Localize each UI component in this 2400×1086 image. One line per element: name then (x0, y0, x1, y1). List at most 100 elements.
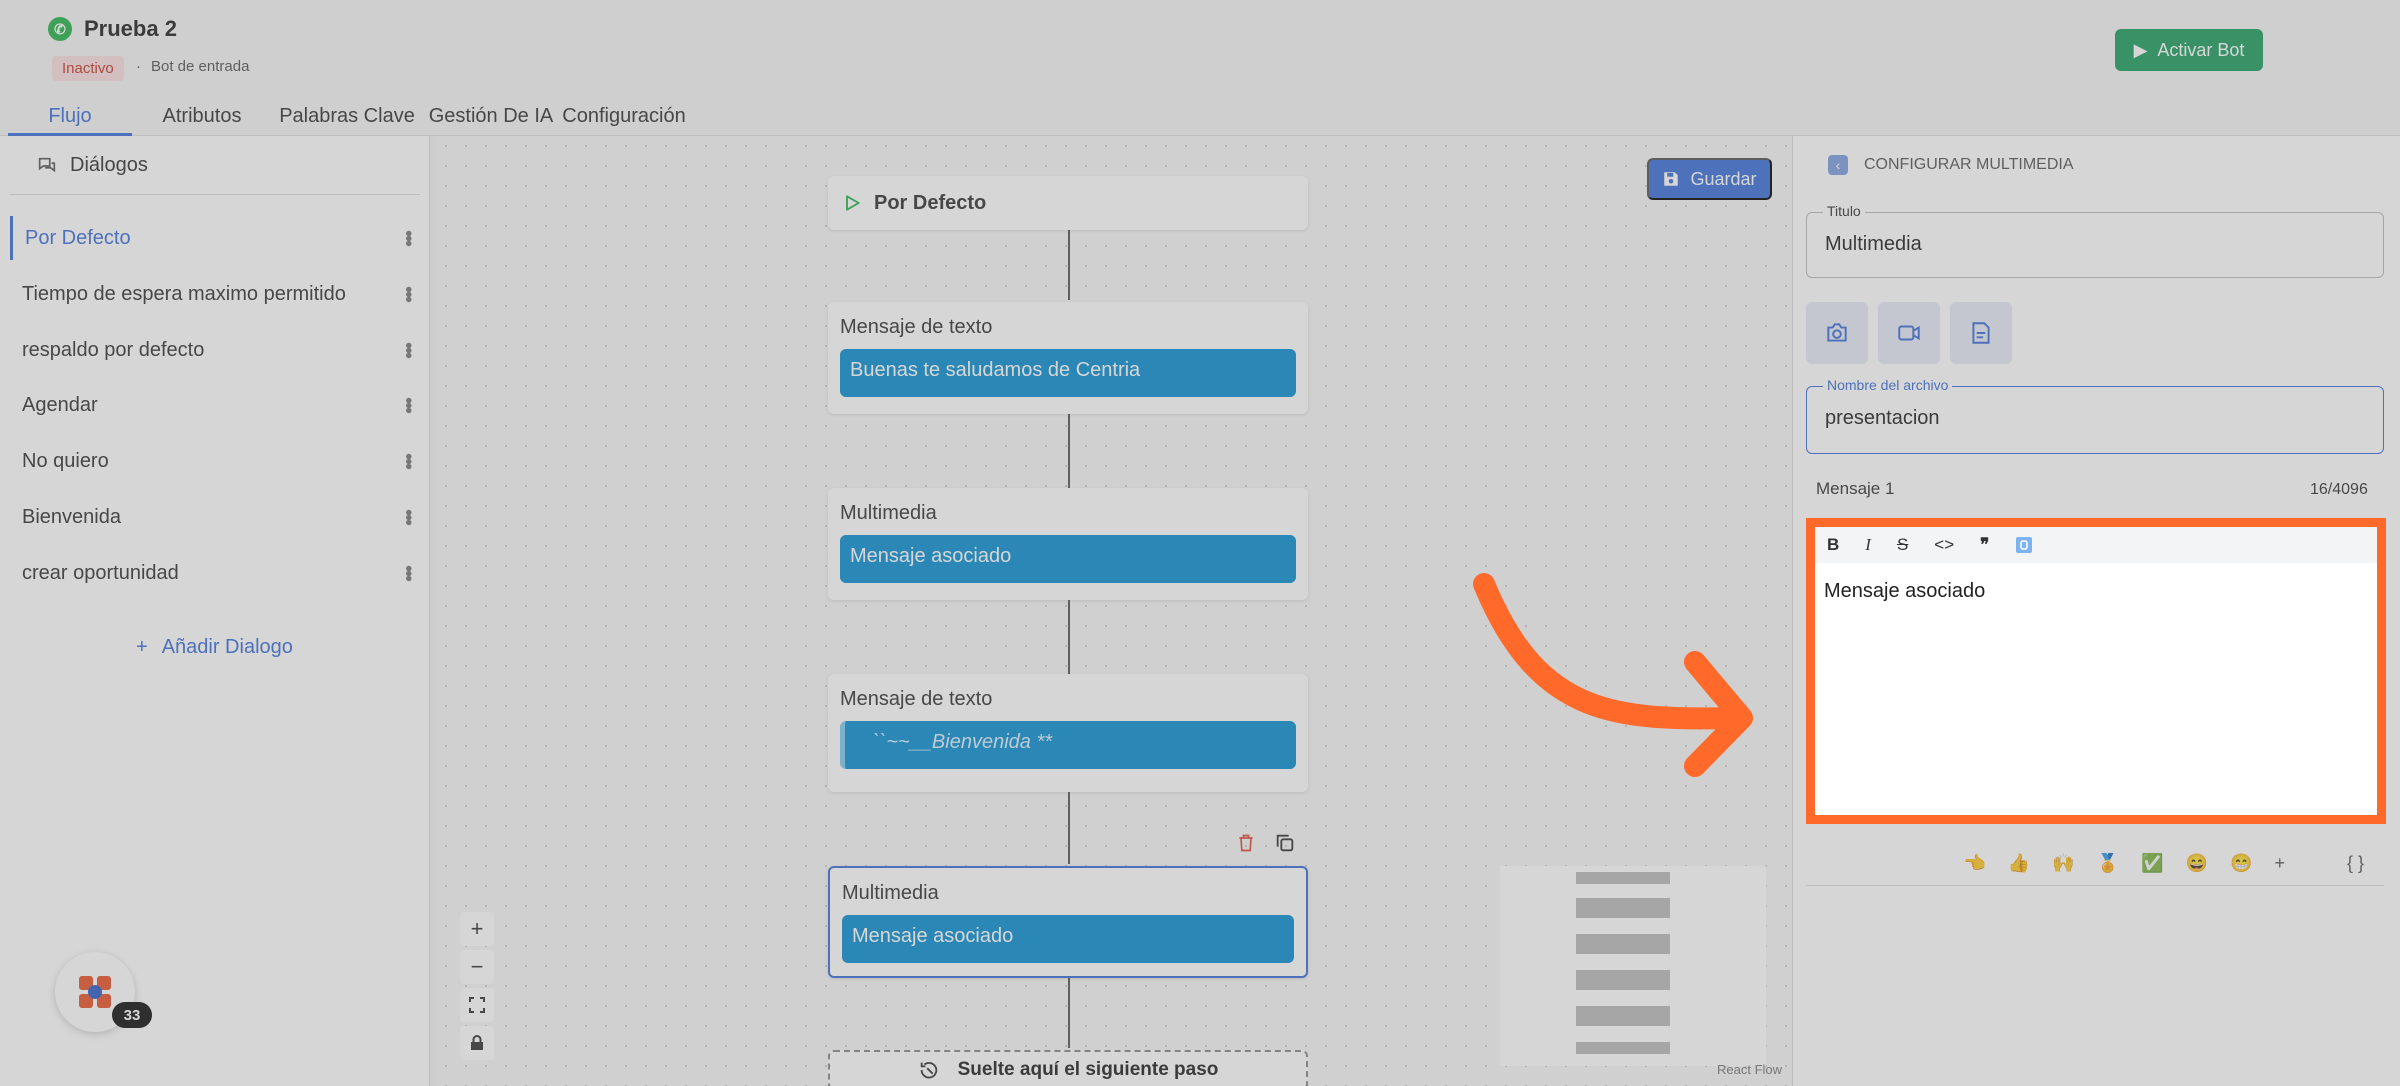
dialog-item[interactable]: Agendar ••• (10, 383, 422, 427)
add-dialog-button[interactable]: + Añadir Dialogo (136, 636, 293, 659)
editor-toolbar: B I S <> ❞ (1815, 527, 2377, 563)
tab-bar: Flujo Atributos Palabras Clave Gestión D… (0, 100, 2400, 136)
sidebar-heading: Diálogos (36, 154, 148, 177)
smiling-face-icon[interactable]: 😄 (2186, 853, 2208, 874)
node-message: Mensaje asociado (842, 915, 1294, 963)
drop-zone[interactable]: Suelte aquí el siguiente paso (828, 1050, 1308, 1086)
save-button[interactable]: Guardar (1647, 158, 1772, 200)
video-icon (1898, 325, 1920, 341)
medal-icon[interactable]: 🏅 (2097, 853, 2119, 874)
lock-icon (471, 1035, 483, 1050)
pointing-hand-icon[interactable]: 👈 (1964, 853, 1986, 874)
code-button[interactable]: <> (1934, 535, 1954, 555)
dialogs-sidebar: Diálogos Por Defecto ••• Tiempo de espera… (0, 136, 430, 1086)
node-type: Mensaje de texto (840, 316, 993, 338)
kebab-menu-icon[interactable]: ••• (397, 397, 419, 412)
add-emoji-icon[interactable]: + (2274, 853, 2285, 874)
dialog-label: Bienvenida (22, 505, 121, 528)
tab-atributos[interactable]: Atributos (132, 100, 272, 136)
panel-heading: ‹ CONFIGURAR MULTIMEDIA (1828, 155, 2073, 175)
save-icon (1664, 172, 1679, 186)
dialog-item[interactable]: Bienvenida ••• (10, 495, 422, 539)
flow-node-text[interactable]: Mensaje de texto Buenas te saludamos de … (828, 302, 1308, 414)
image-type-button[interactable] (1806, 302, 1868, 364)
kebab-menu-icon[interactable]: ••• (397, 565, 419, 580)
variables-braces-icon[interactable]: { } (2347, 853, 2364, 874)
plus-icon: + (136, 636, 148, 658)
dialog-item[interactable]: No quiero ••• (10, 439, 422, 483)
kebab-menu-icon[interactable]: ••• (397, 509, 419, 524)
dialog-item[interactable]: crear oportunidad ••• (10, 551, 422, 595)
thumbs-up-icon[interactable]: 👍 (2008, 853, 2030, 874)
minimap-node (1576, 970, 1670, 990)
edge (1068, 600, 1070, 674)
status-badge: Inactivo (52, 56, 124, 81)
dialog-label: Agendar (22, 393, 98, 416)
kebab-menu-icon[interactable]: ••• (397, 453, 419, 468)
quote-button[interactable]: ❞ (1980, 535, 1989, 555)
divider (10, 194, 420, 195)
activate-bot-label: Activar Bot (2157, 39, 2245, 60)
video-type-button[interactable] (1878, 302, 1940, 364)
separator: · (136, 58, 141, 75)
media-type-selector (1806, 302, 2012, 364)
bot-type-row: · Bot de entrada (136, 58, 249, 75)
edge (1068, 792, 1070, 864)
character-count: 16/4096 (2310, 481, 2368, 498)
zoom-in-button[interactable]: + (460, 912, 494, 946)
bot-type: Bot de entrada (151, 58, 250, 75)
dialog-item[interactable]: respaldo por defecto ••• (10, 328, 422, 372)
notification-badge: 33 (112, 1002, 152, 1028)
dialog-label: Tiempo de espera maximo permitido (22, 282, 346, 305)
flow-node-multimedia-selected[interactable]: Multimedia Mensaje asociado (828, 866, 1308, 978)
logo-icon (79, 976, 111, 1008)
play-icon: ▶ (2133, 39, 2148, 60)
tab-palabras-clave[interactable]: Palabras Clave (272, 100, 422, 136)
zoom-out-button[interactable]: − (460, 950, 494, 984)
lock-button[interactable] (460, 1026, 494, 1060)
play-outline-icon (846, 195, 860, 211)
check-mark-icon[interactable]: ✅ (2141, 853, 2163, 874)
start-node[interactable]: Por Defecto (828, 176, 1308, 230)
kebab-menu-icon[interactable]: ••• (397, 230, 419, 245)
activate-bot-button[interactable]: ▶ Activar Bot (2115, 29, 2263, 71)
fit-view-button[interactable] (460, 988, 494, 1022)
back-icon[interactable]: ‹ (1828, 155, 1848, 175)
document-type-button[interactable] (1950, 302, 2012, 364)
minimap-node (1576, 898, 1670, 918)
copy-icon[interactable] (1274, 832, 1296, 854)
title-field[interactable]: Titulo Multimedia (1806, 203, 2384, 278)
start-node-label: Por Defecto (874, 191, 987, 214)
node-message: ``~~__Bienvenida ** (840, 721, 1296, 769)
bold-button[interactable]: B (1827, 535, 1839, 555)
flow-node-multimedia[interactable]: Multimedia Mensaje asociado (828, 488, 1308, 600)
filename-field-value: presentacion (1825, 407, 1940, 429)
tab-configuracion[interactable]: Configuración (560, 100, 688, 136)
kebab-menu-icon[interactable]: ••• (397, 342, 419, 357)
node-type: Mensaje de texto (840, 688, 993, 710)
node-type: Multimedia (840, 502, 937, 524)
react-flow-attribution[interactable]: React Flow (1717, 1062, 1782, 1077)
minimap[interactable] (1500, 866, 1766, 1066)
editor-content[interactable]: Mensaje asociado (1824, 580, 1985, 603)
filename-field[interactable]: Nombre del archivo presentacion (1806, 377, 2384, 454)
drop-step-icon (920, 1061, 937, 1079)
dialog-item[interactable]: Por Defecto ••• (10, 216, 422, 260)
raised-hands-icon[interactable]: 🙌 (2052, 853, 2074, 874)
kebab-menu-icon[interactable]: ••• (397, 286, 419, 301)
flow-node-text[interactable]: Mensaje de texto ``~~__Bienvenida ** (828, 674, 1308, 792)
variable-icon[interactable] (2015, 536, 2033, 554)
add-dialog-label: Añadir Dialogo (161, 636, 293, 658)
title-field-value: Multimedia (1825, 233, 1922, 255)
strikethrough-button[interactable]: S (1897, 535, 1908, 555)
dialog-item[interactable]: Tiempo de espera maximo permitido ••• (10, 272, 422, 316)
save-label: Guardar (1690, 168, 1757, 189)
minimap-node (1576, 1042, 1670, 1054)
italic-button[interactable]: I (1865, 535, 1871, 555)
grinning-face-icon[interactable]: 😁 (2230, 853, 2252, 874)
app-header (0, 0, 2400, 100)
message-editor[interactable] (1806, 518, 2386, 824)
tab-gestion-ia[interactable]: Gestión De IA (422, 100, 560, 136)
tab-flujo[interactable]: Flujo (8, 100, 132, 136)
trash-icon[interactable] (1236, 832, 1256, 854)
